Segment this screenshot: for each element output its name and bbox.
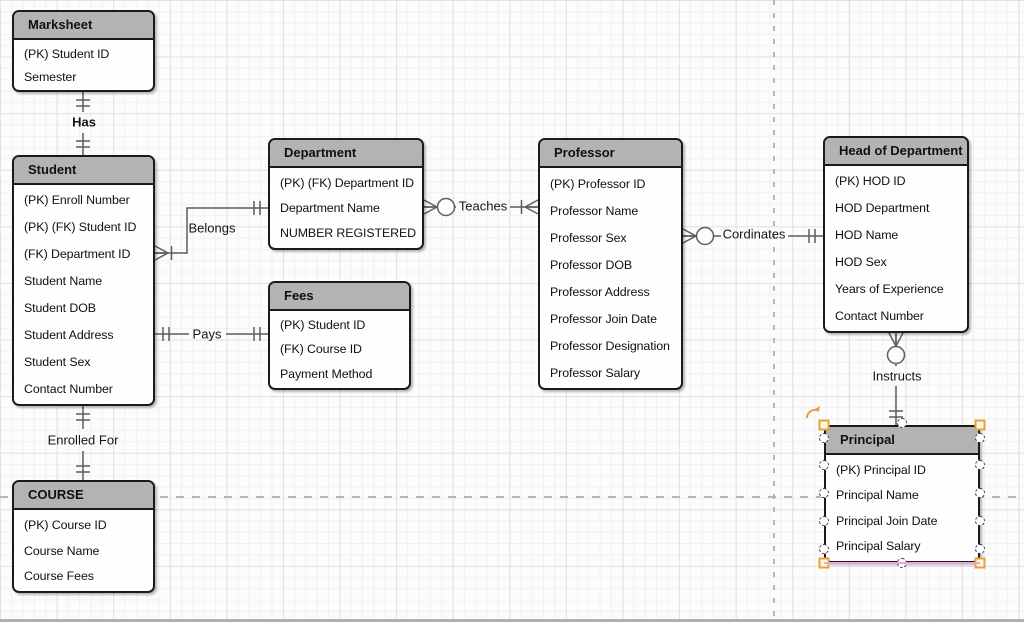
relationship-label-cordinates[interactable]: Cordinates: [721, 227, 788, 242]
attribute-row[interactable]: Years of Experience: [825, 275, 967, 302]
relationship-label-teaches[interactable]: Teaches: [457, 199, 509, 214]
attribute-row[interactable]: HOD Department: [825, 195, 967, 222]
attribute-row[interactable]: Professor Sex: [540, 224, 681, 251]
attribute-row[interactable]: (PK) Student ID: [270, 313, 409, 337]
connection-point[interactable]: [975, 488, 985, 498]
attribute-row[interactable]: Contact Number: [14, 375, 153, 402]
connection-point[interactable]: [819, 516, 829, 526]
attribute-row[interactable]: Professor Name: [540, 197, 681, 224]
connection-point[interactable]: [819, 433, 829, 443]
attribute-row[interactable]: Student Sex: [14, 348, 153, 375]
attribute-row[interactable]: Course Fees: [14, 563, 153, 589]
attribute-row[interactable]: HOD Name: [825, 222, 967, 249]
attribute-list: (PK) Professor IDProfessor NameProfessor…: [540, 168, 681, 388]
attribute-list: (PK) HOD IDHOD DepartmentHOD NameHOD Sex…: [825, 166, 967, 331]
attribute-row[interactable]: NUMBER REGISTERED: [270, 221, 422, 246]
diagram-canvas[interactable]: Marksheet(PK) Student IDSemesterStudent(…: [0, 0, 1024, 622]
entity-marksheet[interactable]: Marksheet(PK) Student IDSemester: [12, 10, 155, 92]
attribute-row[interactable]: Student DOB: [14, 295, 153, 322]
cardinality-zero-many-marker: [424, 199, 455, 216]
entity-head-of-department[interactable]: Head of Department(PK) HOD IDHOD Departm…: [823, 136, 969, 333]
cardinality-zero-many-marker: [888, 333, 905, 364]
connection-point[interactable]: [819, 460, 829, 470]
entity-principal[interactable]: Principal(PK) Principal IDPrincipal Name…: [824, 425, 980, 563]
entity-professor[interactable]: Professor(PK) Professor IDProfessor Name…: [538, 138, 683, 390]
attribute-list: (PK) Principal IDPrincipal NamePrincipal…: [826, 455, 978, 561]
attribute-row[interactable]: Principal Salary: [826, 534, 978, 560]
attribute-row[interactable]: Professor Join Date: [540, 305, 681, 332]
attribute-list: (PK) (FK) Department IDDepartment NameNU…: [270, 168, 422, 248]
attribute-list: (PK) Student IDSemester: [14, 40, 153, 90]
entity-title-principal[interactable]: Principal: [826, 427, 978, 455]
attribute-row[interactable]: Semester: [14, 65, 153, 88]
attribute-row[interactable]: (FK) Department ID: [14, 241, 153, 268]
attribute-row[interactable]: (PK) HOD ID: [825, 168, 967, 195]
attribute-row[interactable]: (PK) Principal ID: [826, 457, 978, 483]
connection-point[interactable]: [819, 544, 829, 554]
entity-fees[interactable]: Fees(PK) Student ID(FK) Course IDPayment…: [268, 281, 411, 390]
entity-title-marksheet[interactable]: Marksheet: [14, 12, 153, 40]
connection-point[interactable]: [975, 516, 985, 526]
attribute-list: (PK) Course IDCourse NameCourse Fees: [14, 510, 153, 591]
attribute-row[interactable]: Principal Join Date: [826, 508, 978, 534]
attribute-row[interactable]: Payment Method: [270, 362, 409, 386]
entity-title-head-of-department[interactable]: Head of Department: [825, 138, 967, 166]
connection-point[interactable]: [975, 433, 985, 443]
entity-course[interactable]: COURSE(PK) Course IDCourse NameCourse Fe…: [12, 480, 155, 593]
relationship-label-pays[interactable]: Pays: [191, 327, 224, 342]
relationship-label-has[interactable]: Has: [70, 115, 98, 130]
entity-title-department[interactable]: Department: [270, 140, 422, 168]
entity-title-professor[interactable]: Professor: [540, 140, 681, 168]
connection-point[interactable]: [975, 460, 985, 470]
attribute-row[interactable]: Professor Address: [540, 278, 681, 305]
attribute-row[interactable]: (PK) Student ID: [14, 42, 153, 65]
attribute-row[interactable]: (PK) (FK) Student ID: [14, 214, 153, 241]
connection-point[interactable]: [975, 544, 985, 554]
attribute-row[interactable]: (PK) Professor ID: [540, 170, 681, 197]
attribute-row[interactable]: HOD Sex: [825, 248, 967, 275]
entity-student[interactable]: Student(PK) Enroll Number(PK) (FK) Stude…: [12, 155, 155, 406]
entity-title-student[interactable]: Student: [14, 157, 153, 185]
attribute-row[interactable]: Student Address: [14, 321, 153, 348]
attribute-row[interactable]: Student Name: [14, 268, 153, 295]
attribute-list: (PK) Enroll Number(PK) (FK) Student ID(F…: [14, 185, 153, 404]
relationship-label-belongs[interactable]: Belongs: [187, 221, 238, 236]
entity-title-fees[interactable]: Fees: [270, 283, 409, 311]
relationship-label-instructs[interactable]: Instructs: [870, 369, 923, 384]
attribute-row[interactable]: (FK) Course ID: [270, 337, 409, 361]
connection-point[interactable]: [897, 418, 907, 428]
attribute-row[interactable]: Principal Name: [826, 483, 978, 509]
attribute-row[interactable]: Department Name: [270, 195, 422, 220]
attribute-row[interactable]: Professor Designation: [540, 332, 681, 359]
attribute-row[interactable]: (PK) (FK) Department ID: [270, 170, 422, 195]
attribute-row[interactable]: Course Name: [14, 538, 153, 564]
rotate-handle-icon[interactable]: [804, 403, 824, 423]
attribute-list: (PK) Student ID(FK) Course IDPayment Met…: [270, 311, 409, 388]
connection-point[interactable]: [819, 488, 829, 498]
relationship-label-enrolled-for[interactable]: Enrolled For: [46, 433, 121, 448]
attribute-row[interactable]: Professor Salary: [540, 359, 681, 386]
selection-highlight: [824, 562, 980, 564]
attribute-row[interactable]: Contact Number: [825, 302, 967, 329]
entity-title-course[interactable]: COURSE: [14, 482, 153, 510]
resize-handle-ne[interactable]: [975, 420, 986, 431]
attribute-row[interactable]: (PK) Course ID: [14, 512, 153, 538]
entity-department[interactable]: Department(PK) (FK) Department IDDepartm…: [268, 138, 424, 250]
attribute-row[interactable]: (PK) Enroll Number: [14, 187, 153, 214]
cardinality-zero-many-marker: [683, 228, 714, 245]
attribute-row[interactable]: Professor DOB: [540, 251, 681, 278]
